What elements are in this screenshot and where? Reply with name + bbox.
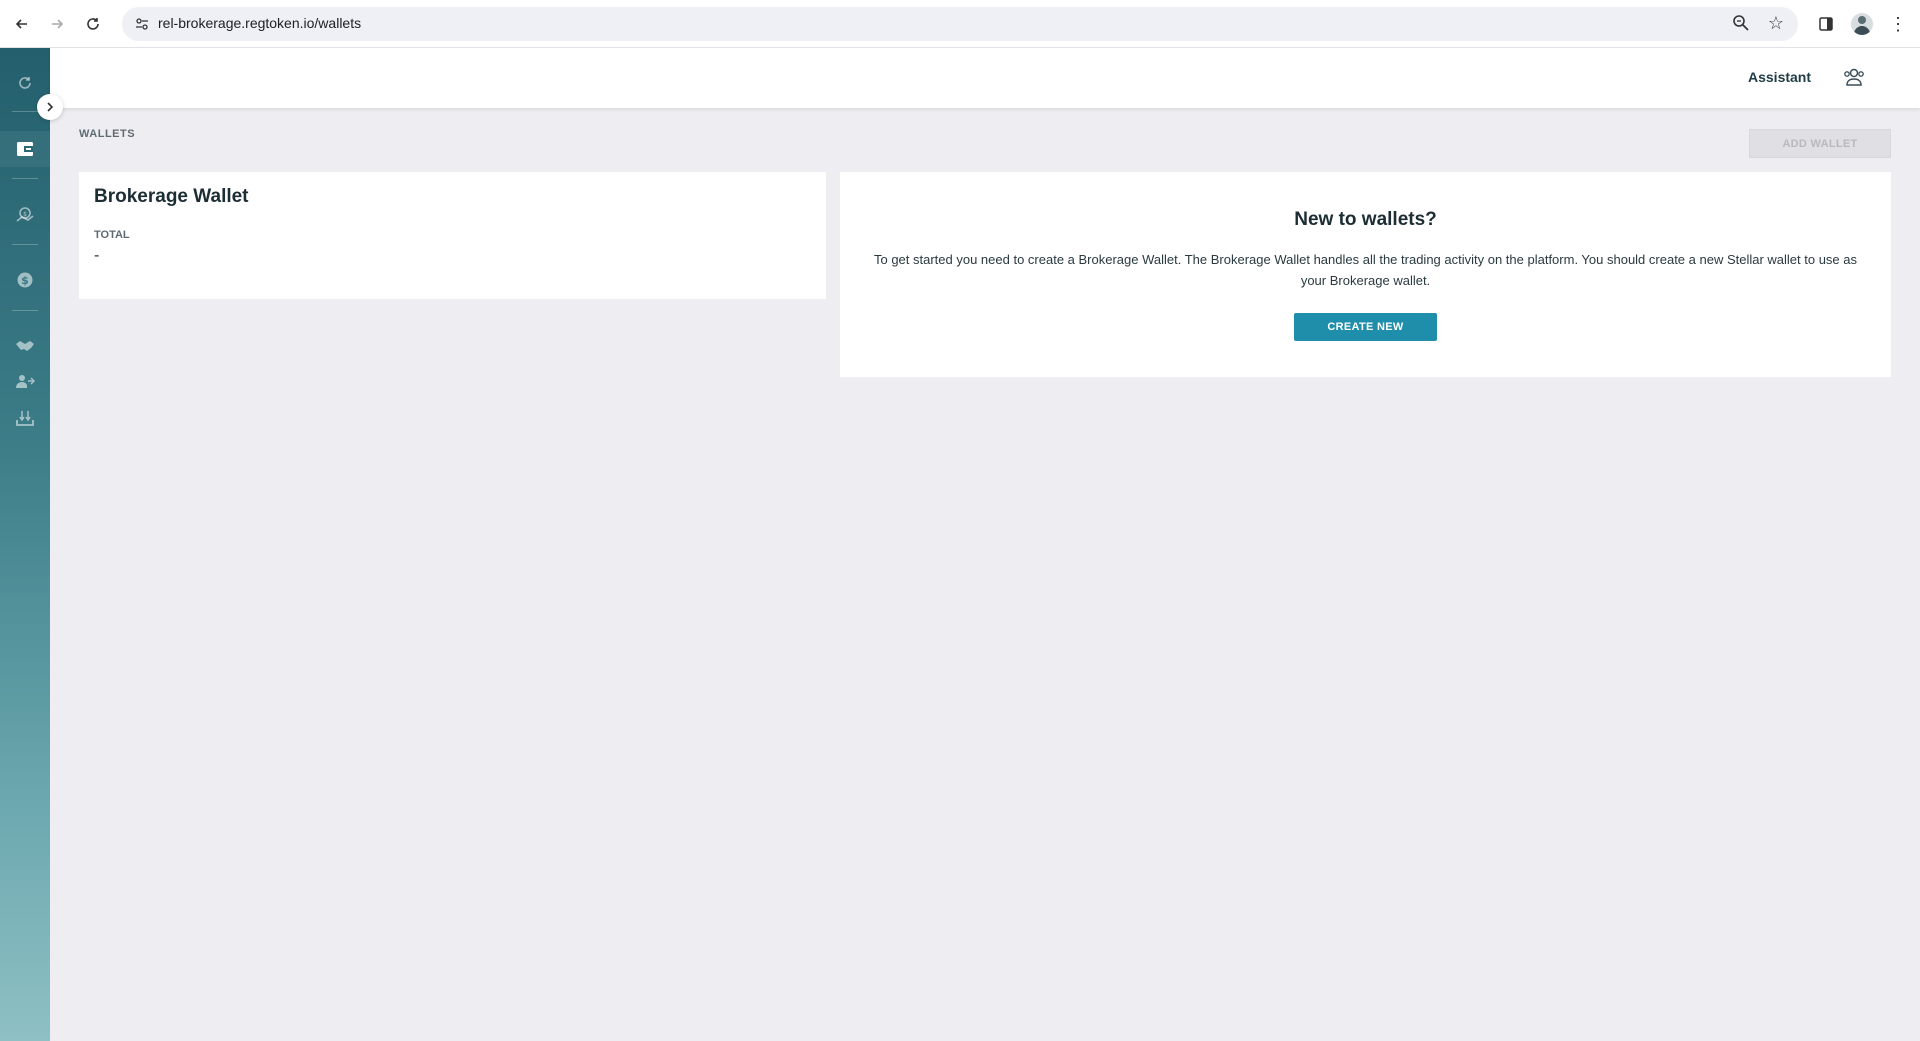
sidebar-divider <box>12 244 38 245</box>
dollar-icon: $ <box>17 272 33 288</box>
avatar <box>1851 13 1873 35</box>
sidebar-item-deals[interactable] <box>0 328 50 364</box>
sidebar-divider <box>12 178 38 179</box>
sidebar: $ $ <box>0 48 50 1041</box>
chevron-right-icon <box>47 102 54 112</box>
refresh-icon <box>19 77 31 89</box>
intro-title: New to wallets? <box>1294 209 1437 230</box>
svg-text:$: $ <box>21 274 29 287</box>
url-text[interactable]: rel-brokerage.regtoken.io/wallets <box>158 15 361 31</box>
svg-text:$: $ <box>23 211 27 218</box>
side-panel-icon[interactable] <box>1812 10 1840 38</box>
wallet-card[interactable]: Brokerage Wallet TOTAL - <box>79 172 826 299</box>
new-to-wallets-card: New to wallets? To get started you need … <box>840 172 1891 377</box>
reload-icon[interactable] <box>79 10 107 38</box>
wallet-name: Brokerage Wallet <box>94 186 249 207</box>
profile-avatar[interactable] <box>1848 10 1876 38</box>
page-title: WALLETS <box>79 128 136 140</box>
handshake-icon <box>16 341 34 351</box>
user-transfer-icon <box>16 375 35 388</box>
assistant-link[interactable]: Assistant <box>1748 69 1811 85</box>
sidebar-item-transfers[interactable] <box>0 364 50 400</box>
wallet-icon <box>17 142 33 156</box>
sidebar-item-investors[interactable]: $ <box>0 197 50 233</box>
create-new-button[interactable]: CREATE NEW <box>1294 313 1437 341</box>
total-label: TOTAL <box>94 229 130 241</box>
sidebar-item-payments[interactable]: $ <box>0 262 50 298</box>
app-header: Assistant <box>50 48 1920 108</box>
sidebar-divider <box>12 310 38 311</box>
sidebar-divider <box>12 111 38 112</box>
site-settings-icon[interactable] <box>134 16 150 32</box>
sidebar-item-downloads[interactable] <box>0 400 50 436</box>
sidebar-item-wallets[interactable] <box>0 131 50 167</box>
zoom-icon[interactable] <box>1732 14 1752 34</box>
add-wallet-button[interactable]: ADD WALLET <box>1749 129 1891 158</box>
users-icon[interactable] <box>1842 65 1866 89</box>
browser-menu-icon[interactable]: ⋮ <box>1884 10 1912 38</box>
download-tray-icon <box>16 411 34 426</box>
expand-sidebar-button[interactable] <box>37 94 63 120</box>
investor-icon: $ <box>16 207 34 222</box>
back-icon[interactable] <box>8 10 36 38</box>
browser-toolbar: rel-brokerage.regtoken.io/wallets ☆ ⋮ <box>0 0 1920 48</box>
forward-icon[interactable] <box>43 10 71 38</box>
total-value: - <box>94 247 100 264</box>
bookmark-star-icon[interactable]: ☆ <box>1768 13 1784 34</box>
intro-text: To get started you need to create a Brok… <box>873 252 1858 288</box>
address-bar[interactable]: rel-brokerage.regtoken.io/wallets ☆ <box>122 7 1798 41</box>
